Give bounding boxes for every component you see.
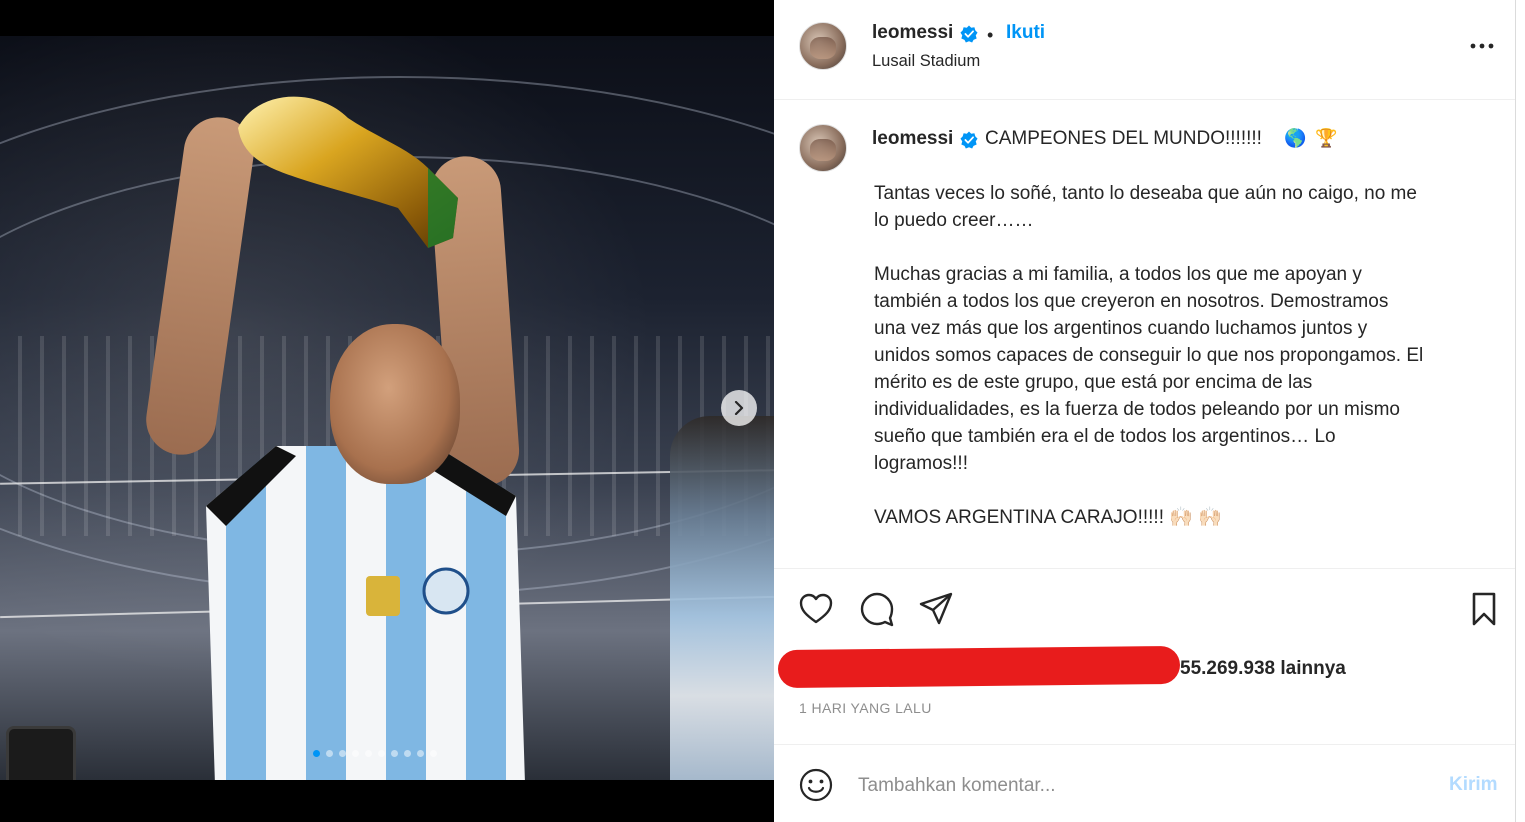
bookmark-icon[interactable]: [1466, 591, 1502, 627]
comment-bar: Kirim: [774, 744, 1515, 822]
player-head: [330, 324, 460, 484]
caption-avatar[interactable]: [799, 124, 847, 172]
emoji-icon[interactable]: [798, 767, 834, 803]
globe-emoji-icon: 🌎: [1284, 128, 1307, 148]
redaction-mark: [777, 645, 1181, 689]
action-bar: [774, 568, 1515, 658]
heart-icon[interactable]: [798, 591, 834, 627]
carousel-dot: [326, 750, 333, 757]
carousel-dot: [378, 750, 385, 757]
post-header: leomessi • Ikuti Lusail Stadium: [774, 0, 1515, 100]
caption-username-link[interactable]: leomessi: [872, 128, 953, 150]
post-timestamp[interactable]: 1 HARI YANG LALU: [799, 700, 932, 716]
second-player: [670, 416, 774, 780]
follow-separator: •: [987, 25, 994, 45]
trophy-emoji-icon: 🏆: [1315, 128, 1338, 148]
carousel-dot: [430, 750, 437, 757]
post-media: [0, 0, 774, 822]
comment-input[interactable]: [858, 769, 1418, 803]
caption-text: Tantas veces lo soñé, tanto lo deseaba q…: [874, 180, 1482, 558]
carousel-dot: [352, 750, 359, 757]
post-panel: leomessi • Ikuti Lusail Stadium leomessi…: [774, 0, 1515, 822]
carousel-dot: [365, 750, 372, 757]
share-icon[interactable]: [918, 591, 954, 627]
caption-headline: CAMPEONES DEL MUNDO!!!!!!!: [985, 128, 1262, 149]
avatar[interactable]: [799, 22, 847, 70]
verified-badge-icon: [960, 25, 978, 43]
carousel-dot: [339, 750, 346, 757]
post-photo[interactable]: [0, 36, 774, 780]
carousel-indicator: [313, 750, 437, 757]
caption-verified-badge-icon: [960, 131, 978, 149]
argentina-jersey: [206, 446, 525, 780]
location-link[interactable]: Lusail Stadium: [872, 52, 980, 71]
world-cup-trophy: [238, 96, 458, 248]
likes-count[interactable]: 55.269.938 lainnya: [1180, 658, 1346, 680]
caption-paragraph: Muchas gracias a mi familia, a todos los…: [874, 264, 1424, 474]
window-edge: [1515, 0, 1525, 822]
comment-icon[interactable]: [859, 591, 895, 627]
carousel-dot: [417, 750, 424, 757]
username-link[interactable]: leomessi: [872, 22, 953, 44]
next-slide-button[interactable]: [721, 390, 757, 426]
follow-button[interactable]: Ikuti: [1006, 22, 1045, 44]
chevron-right-icon: [734, 401, 744, 415]
carousel-dot: [391, 750, 398, 757]
caption-paragraph: Tantas veces lo soñé, tanto lo deseaba q…: [874, 183, 1417, 231]
carousel-dot: [404, 750, 411, 757]
post-comment-button[interactable]: Kirim: [1449, 774, 1498, 796]
more-options-icon[interactable]: [1468, 36, 1496, 56]
carousel-dot: [313, 750, 320, 757]
fan-phone: [6, 726, 76, 780]
caption-paragraph: VAMOS ARGENTINA CARAJO!!!!! 🙌🏻 🙌🏻: [874, 507, 1222, 528]
